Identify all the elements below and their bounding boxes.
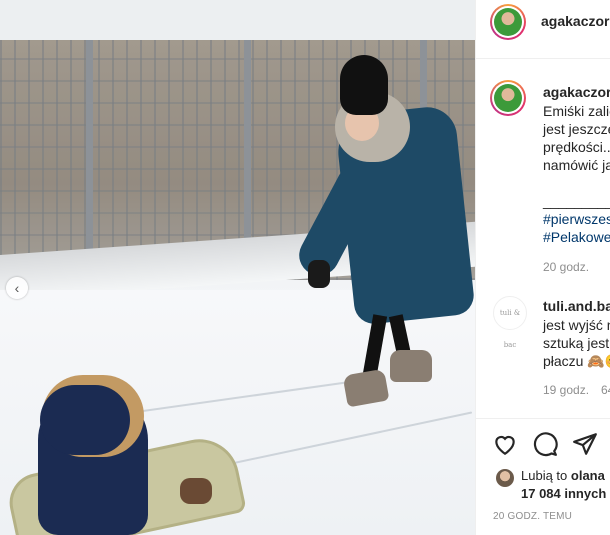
share-icon[interactable] [572, 431, 598, 457]
post-actions: Lubią to olana 17 084 innych 20 GODZ. TE… [476, 418, 610, 535]
comment-text: sztuką jest [543, 335, 610, 351]
caption-text: jest jeszcze [543, 121, 610, 137]
post-side-panel: agakaczor agakaczor Emiśki zalicz jest j… [475, 0, 610, 535]
child-boot [180, 478, 212, 504]
comment-username[interactable]: tuli.and.bac [543, 298, 610, 314]
fence-post [86, 40, 93, 275]
woman-glove [308, 260, 330, 288]
likes-count[interactable]: 17 084 innych [521, 486, 606, 501]
post-header: agakaczor [476, 0, 610, 59]
hashtag-link[interactable]: #pierwszes [543, 210, 610, 228]
hashtag-link[interactable]: #Pelakowel [543, 228, 610, 246]
comment-likes[interactable]: 64 [601, 383, 610, 397]
liker-username[interactable]: olana [571, 468, 605, 483]
caption-text: prędkości... [543, 139, 610, 155]
likes-line: Lubią to olana [521, 468, 605, 483]
caption-username[interactable]: agakaczor [543, 84, 610, 100]
comment-time[interactable]: 19 godz. [543, 383, 589, 397]
comment-icon[interactable] [532, 431, 558, 457]
caption-separator: ______________ [543, 193, 610, 209]
heart-icon[interactable] [492, 431, 518, 457]
comment-avatar[interactable]: tuli & bac [493, 296, 527, 349]
woman-hat [340, 55, 388, 115]
comment-text: jest wyjść n [543, 317, 610, 333]
author-avatar[interactable] [490, 4, 526, 40]
caption-text: namówić ją [543, 157, 610, 173]
caption-avatar[interactable] [490, 80, 526, 116]
woman-boot [390, 350, 432, 382]
caption-text: Emiśki zalicz [543, 103, 610, 119]
post-date[interactable]: 20 GODZ. TEMU [493, 511, 572, 522]
liker-avatar[interactable] [496, 469, 514, 487]
comment-text: płaczu 🙈😊 [543, 353, 610, 369]
child-hood [40, 385, 130, 455]
chevron-left-icon: ‹ [14, 280, 20, 296]
post-photo[interactable]: ‹ [0, 0, 475, 535]
carousel-prev-button[interactable]: ‹ [6, 277, 28, 299]
author-username[interactable]: agakaczor [541, 13, 610, 29]
caption-time[interactable]: 20 godz. [543, 260, 589, 274]
